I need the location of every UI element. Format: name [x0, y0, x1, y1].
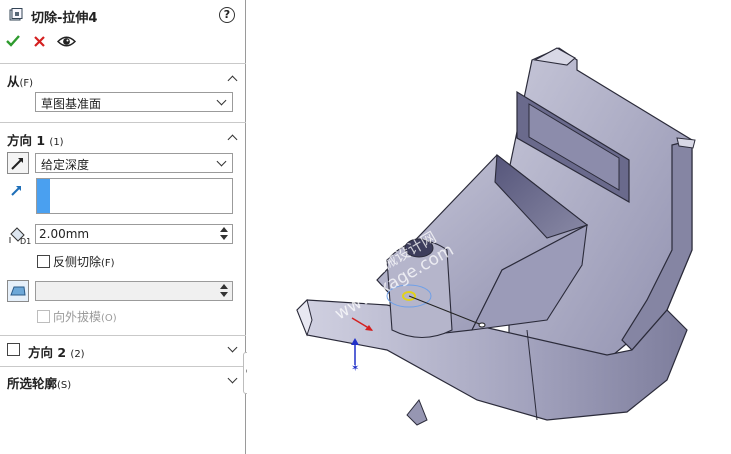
chevron-down-icon [216, 95, 227, 106]
direction2-expand-chevron-icon[interactable] [227, 342, 238, 353]
depth-icon: D1 [8, 225, 32, 248]
direction2-key: (2) [70, 349, 85, 360]
direction-selection-box[interactable] [36, 178, 233, 214]
from-dropdown-value: 草图基准面 [41, 97, 102, 111]
draft-outward-label: 向外拔模(O) [53, 308, 117, 325]
draft-angle-spinner[interactable] [217, 283, 231, 299]
direction1-key: (1) [49, 137, 64, 148]
property-manager-panel: 切除-拉伸4 ? 从(F) 草图基准面 方向 1 (1) 给定深度 D1 2.0… [0, 0, 253, 454]
selection-active-bar [37, 179, 50, 213]
direction1-label: 方向 1 [7, 133, 46, 148]
cancel-x-icon[interactable] [34, 36, 45, 50]
from-section-header[interactable]: 从(F) [7, 71, 33, 90]
graphics-viewport[interactable]: ✶ www.jxage.com 机械设计网 [247, 0, 731, 454]
draft-angle-input[interactable] [35, 281, 233, 301]
from-label: 从 [7, 74, 20, 89]
depth-input[interactable]: 2.00mm [35, 224, 233, 244]
direction-vector-icon [10, 183, 24, 200]
feature-title: 切除-拉伸4 [31, 11, 98, 26]
direction1-section-header[interactable]: 方向 1 (1) [7, 130, 64, 149]
feature-icon [9, 8, 23, 22]
reverse-direction-button[interactable] [7, 152, 29, 174]
draft-toggle-button[interactable] [7, 280, 29, 302]
preview-eye-icon[interactable] [56, 35, 77, 51]
depth-spinner[interactable] [217, 226, 231, 242]
svg-text:D1: D1 [20, 237, 31, 245]
direction1-collapse-chevron-icon[interactable] [227, 134, 238, 145]
svg-text:✶: ✶ [351, 363, 359, 374]
from-collapse-chevron-icon[interactable] [227, 75, 238, 86]
end-condition-value: 给定深度 [41, 158, 90, 172]
draft-outward-text: 向外拔模 [53, 310, 102, 324]
selected-contours-key: (S) [57, 380, 72, 391]
selected-contours-expand-chevron-icon[interactable] [227, 373, 238, 384]
spin-up-icon[interactable] [220, 227, 228, 232]
base-foot-shape [406, 399, 428, 426]
selected-contours-label: 所选轮廓 [7, 376, 58, 391]
spin-down-icon[interactable] [220, 292, 228, 297]
help-icon[interactable]: ? [219, 7, 235, 23]
spin-up-icon[interactable] [220, 284, 228, 289]
flip-side-checkbox[interactable] [37, 255, 50, 268]
from-dropdown[interactable]: 草图基准面 [35, 92, 233, 112]
direction2-label: 方向 2 [28, 345, 67, 360]
selected-contours-section-header[interactable]: 所选轮廓(S) [7, 373, 71, 392]
from-key: (F) [19, 78, 34, 89]
flip-side-label: 反侧切除(F) [53, 253, 115, 270]
draft-icon [10, 286, 26, 296]
direction2-checkbox[interactable] [7, 343, 20, 356]
depth-value: 2.00mm [39, 227, 90, 241]
draft-outward-checkbox[interactable] [37, 310, 50, 323]
draft-outward-key: (O) [101, 313, 117, 324]
flip-side-key: (F) [101, 258, 115, 269]
chevron-down-icon [216, 156, 227, 167]
reverse-arrow-icon [11, 158, 23, 170]
spin-down-icon[interactable] [220, 235, 228, 240]
flip-side-text: 反侧切除 [53, 255, 102, 269]
confirm-check-icon[interactable] [6, 34, 20, 51]
end-condition-dropdown[interactable]: 给定深度 [35, 153, 233, 173]
side-clip-shape [676, 137, 696, 149]
direction2-section-header[interactable]: 方向 2 (2) [28, 342, 85, 361]
cad-model-view[interactable]: ✶ www.jxage.com 机械设计网 [247, 0, 731, 454]
